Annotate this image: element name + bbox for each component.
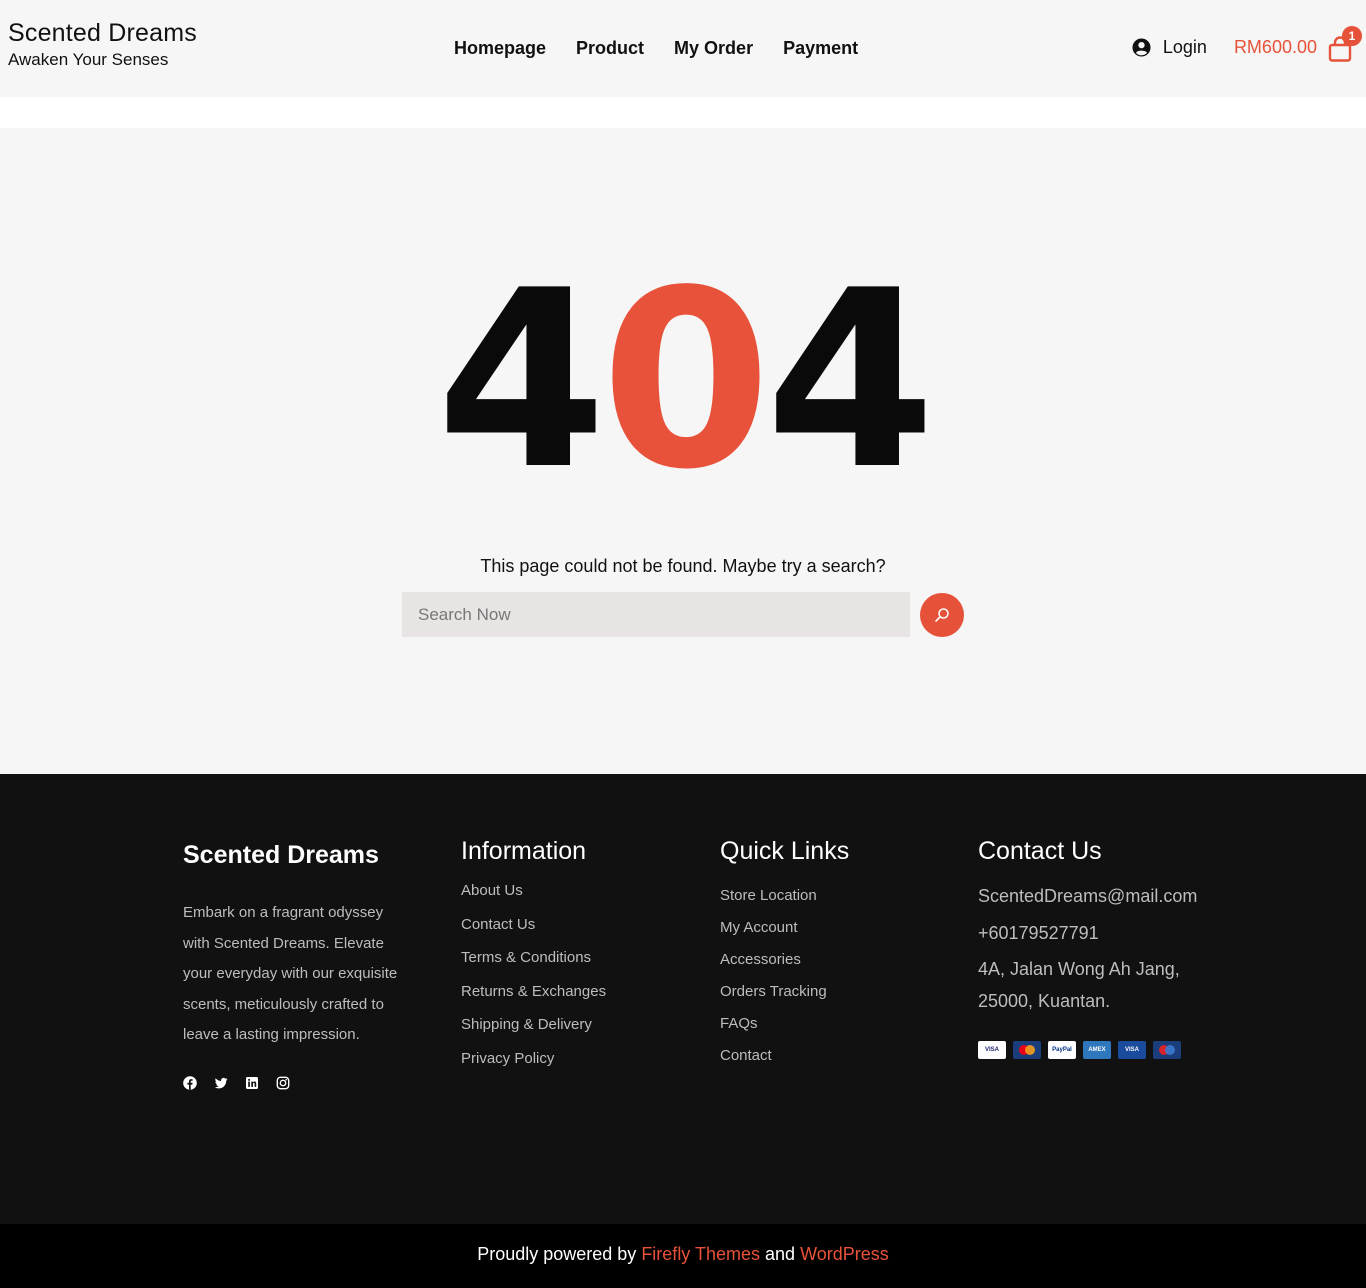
search-button[interactable]: [920, 592, 964, 637]
footer-link-orders-tracking[interactable]: Orders Tracking: [720, 976, 849, 1008]
footer-link-shipping[interactable]: Shipping & Delivery: [461, 1008, 606, 1042]
header-gap: [0, 97, 1366, 128]
nav-my-order[interactable]: My Order: [674, 36, 753, 60]
main-nav: Homepage Product My Order Payment: [454, 36, 888, 60]
footer-link-about-us[interactable]: About Us: [461, 874, 606, 908]
footer-link-contact[interactable]: Contact: [720, 1040, 849, 1072]
footer-brand: Scented Dreams Embark on a fragrant odys…: [183, 840, 398, 1090]
footer-brand-description: Embark on a fragrant odyssey with Scente…: [183, 904, 398, 1043]
header-actions: Login RM600.00 1: [1132, 26, 1362, 62]
footer-quick-links-title: Quick Links: [720, 837, 850, 865]
user-circle-icon: [1132, 37, 1151, 57]
mastercard-card-icon: [1013, 1041, 1041, 1059]
error-digit: 4: [436, 238, 607, 523]
facebook-icon[interactable]: [183, 1075, 197, 1090]
footer-link-returns[interactable]: Returns & Exchanges: [461, 975, 606, 1009]
search-form: [402, 592, 964, 637]
amex-card-icon: AMEX: [1083, 1041, 1111, 1059]
brand[interactable]: Scented Dreams Awaken Your Senses: [8, 18, 197, 70]
firefly-themes-link[interactable]: Firefly Themes: [641, 1244, 760, 1264]
powered-by-mid: and: [760, 1244, 801, 1264]
footer-link-faqs[interactable]: FAQs: [720, 1008, 849, 1040]
nav-payment[interactable]: Payment: [783, 36, 858, 60]
contact-email[interactable]: ScentedDreams@mail.com: [978, 878, 1197, 915]
login-link[interactable]: Login: [1132, 37, 1207, 58]
cart-count-badge: 1: [1342, 26, 1362, 46]
site-title[interactable]: Scented Dreams: [8, 18, 197, 48]
site-tagline: Awaken Your Senses: [8, 50, 169, 69]
payment-cards: VISA PayPal AMEX VISA: [978, 1041, 1197, 1059]
error-digit: 4: [765, 238, 936, 523]
wordpress-link[interactable]: WordPress: [800, 1244, 889, 1264]
maestro-card-icon: [1153, 1041, 1181, 1059]
search-input[interactable]: [402, 592, 910, 637]
not-found-message: This page could not be found. Maybe try …: [480, 556, 886, 576]
error-section: 404 This page could not be found. Maybe …: [0, 128, 1366, 774]
social-links: [183, 1075, 398, 1090]
footer-contact: Contact Us ScentedDreams@mail.com +60179…: [978, 836, 1197, 1059]
contact-address: 4A, Jalan Wong Ah Jang, 25000, Kuantan.: [978, 959, 1180, 1011]
instagram-icon[interactable]: [276, 1076, 290, 1090]
quick-links: Store Location My Account Accessories Or…: [720, 880, 849, 1072]
footer-link-terms[interactable]: Terms & Conditions: [461, 941, 606, 975]
site-footer: Scented Dreams Embark on a fragrant odys…: [0, 774, 1366, 1224]
footer-link-store-location[interactable]: Store Location: [720, 880, 849, 912]
nav-product[interactable]: Product: [576, 36, 644, 60]
contact-details: ScentedDreams@mail.com +60179527791 4A, …: [978, 878, 1197, 1017]
site-header: Scented Dreams Awaken Your Senses Homepa…: [0, 0, 1366, 97]
error-code: 404: [0, 258, 1366, 503]
error-digit-highlight: 0: [600, 238, 772, 523]
information-links: About Us Contact Us Terms & Conditions R…: [461, 874, 606, 1075]
cart-total[interactable]: RM600.00: [1234, 37, 1317, 58]
footer-information: Information About Us Contact Us Terms & …: [461, 836, 606, 1075]
paypal-card-icon: PayPal: [1048, 1041, 1076, 1059]
visa-card-icon: VISA: [978, 1041, 1006, 1059]
footer-contact-title: Contact Us: [978, 837, 1102, 865]
copyright-bar: Proudly powered by Firefly Themes and Wo…: [0, 1224, 1366, 1288]
visa-electron-card-icon: VISA: [1118, 1041, 1146, 1059]
footer-information-title: Information: [461, 837, 587, 865]
footer-brand-title: Scented Dreams: [183, 841, 379, 869]
contact-phone[interactable]: +60179527791: [978, 915, 1197, 952]
footer-link-contact-us[interactable]: Contact Us: [461, 908, 606, 942]
powered-by-prefix: Proudly powered by: [477, 1244, 642, 1264]
footer-quick-links: Quick Links Store Location My Account Ac…: [720, 836, 849, 1072]
footer-link-accessories[interactable]: Accessories: [720, 944, 849, 976]
footer-link-privacy[interactable]: Privacy Policy: [461, 1042, 606, 1076]
nav-homepage[interactable]: Homepage: [454, 36, 546, 60]
linkedin-icon[interactable]: [245, 1076, 259, 1090]
cart-button[interactable]: 1: [1328, 26, 1362, 62]
login-label: Login: [1162, 36, 1207, 57]
footer-link-my-account[interactable]: My Account: [720, 912, 849, 944]
twitter-icon[interactable]: [214, 1076, 228, 1090]
search-icon: [935, 607, 949, 622]
